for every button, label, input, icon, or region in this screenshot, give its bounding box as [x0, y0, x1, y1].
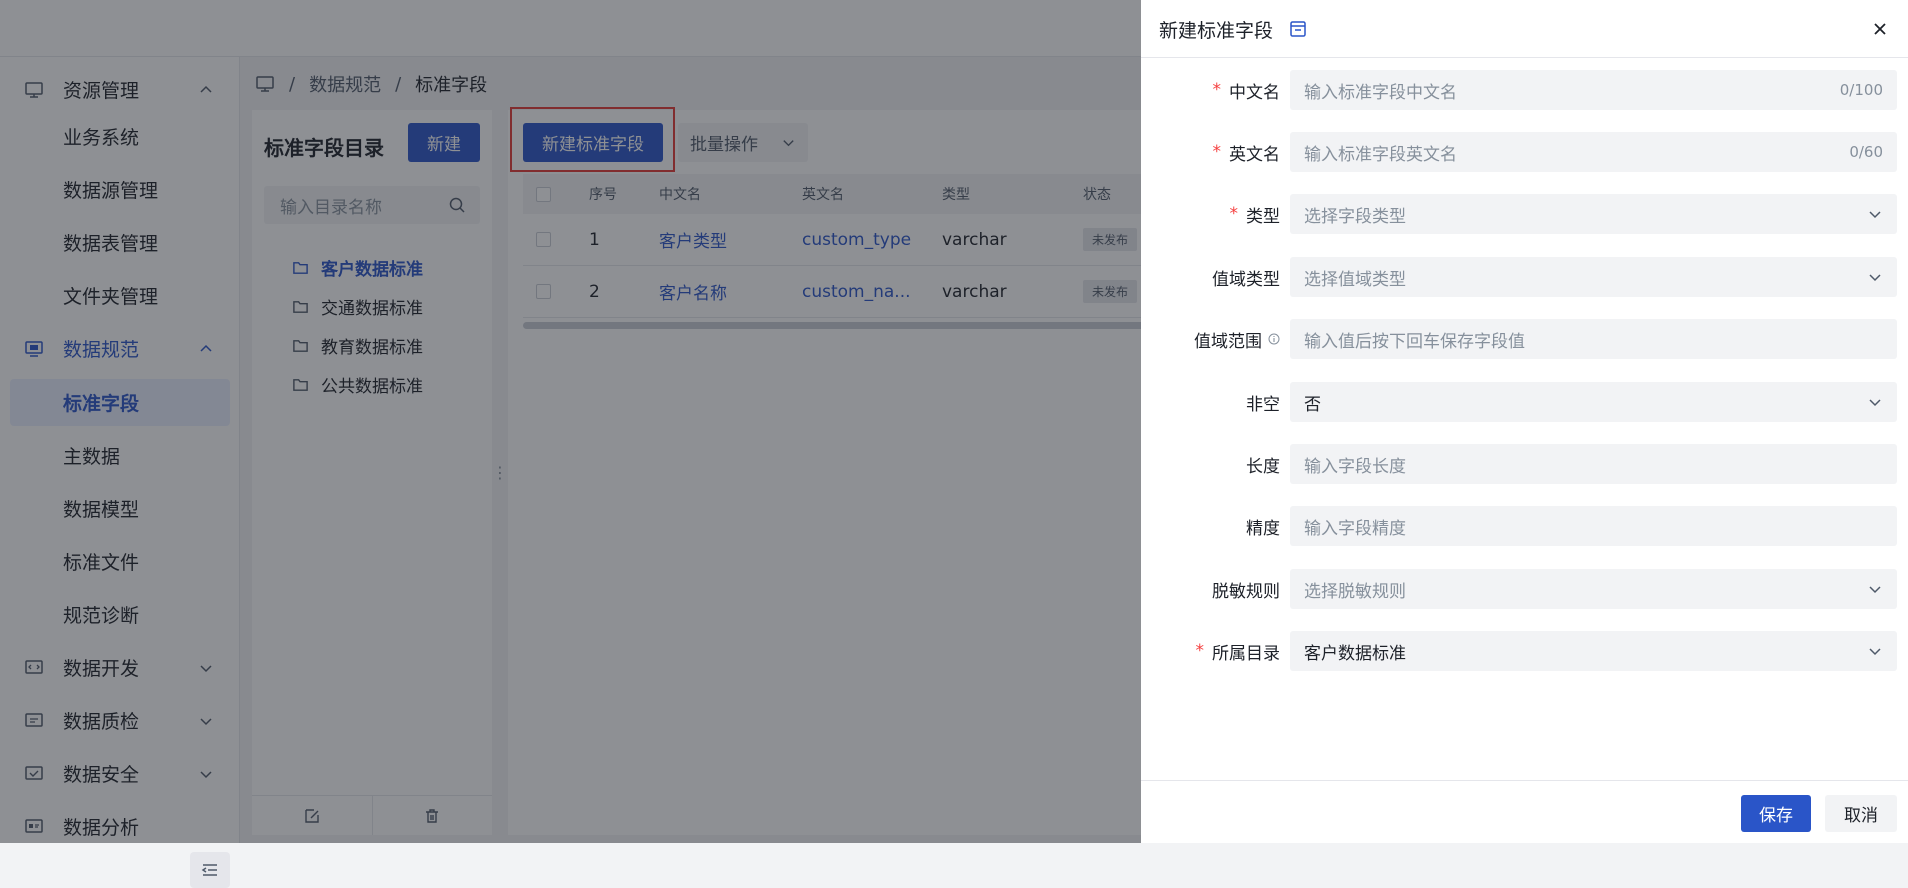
save-button[interactable]: 保存	[1741, 795, 1811, 832]
form-label-text: 脱敏规则	[1212, 581, 1280, 602]
drawer-footer: 保存 取消	[1141, 780, 1908, 843]
not-null-select[interactable]: 否	[1290, 382, 1897, 422]
info-icon[interactable]	[1268, 333, 1280, 345]
chevron-down-icon	[1867, 643, 1883, 659]
form-label-text: 值域类型	[1212, 269, 1280, 290]
form-row-type: * 类型 选择字段类型	[1141, 194, 1908, 234]
collapse-menu-icon	[200, 860, 220, 880]
char-count: 0/100	[1839, 81, 1883, 99]
form-label-text: 中文名	[1229, 82, 1280, 103]
input-placeholder: 输入标准字段中文名	[1304, 82, 1457, 103]
drawer-title: 新建标准字段	[1159, 20, 1274, 42]
required-mark: *	[1212, 80, 1222, 100]
english-name-input[interactable]: 输入标准字段英文名 0/60	[1290, 132, 1897, 172]
char-count: 0/60	[1849, 143, 1883, 161]
value-domain-range-input[interactable]: 输入值后按下回车保存字段值	[1290, 319, 1897, 359]
form-label: 非空	[1246, 382, 1280, 422]
select-placeholder: 选择值域类型	[1304, 269, 1406, 290]
masking-rule-select[interactable]: 选择脱敏规则	[1290, 569, 1897, 609]
input-placeholder: 输入标准字段英文名	[1304, 144, 1457, 165]
select-value: 客户数据标准	[1304, 643, 1406, 664]
form-label: 值域类型	[1212, 257, 1280, 297]
form-label: * 中文名	[1213, 70, 1281, 110]
form-label-text: 非空	[1246, 394, 1280, 415]
required-mark: *	[1212, 142, 1222, 162]
form-row-chinese-name: * 中文名 输入标准字段中文名 0/100	[1141, 70, 1908, 110]
form-label-text: 长度	[1246, 456, 1280, 477]
form-label-text: 精度	[1246, 518, 1280, 539]
type-select[interactable]: 选择字段类型	[1290, 194, 1897, 234]
form-label: 脱敏规则	[1212, 569, 1280, 609]
form-row-masking-rule: 脱敏规则 选择脱敏规则	[1141, 569, 1908, 609]
form-label: 值域范围	[1194, 319, 1280, 359]
select-placeholder: 选择脱敏规则	[1304, 581, 1406, 602]
cancel-button[interactable]: 取消	[1825, 795, 1897, 832]
directory-select[interactable]: 客户数据标准	[1290, 631, 1897, 671]
form-row-length: 长度 输入字段长度	[1141, 444, 1908, 484]
form-row-directory: * 所属目录 客户数据标准	[1141, 631, 1908, 671]
chevron-down-icon	[1867, 581, 1883, 597]
form-label-text: 值域范围	[1194, 331, 1262, 352]
close-icon[interactable]	[1870, 19, 1890, 39]
form-label: * 英文名	[1213, 132, 1281, 172]
chevron-down-icon	[1867, 394, 1883, 410]
chevron-down-icon	[1867, 206, 1883, 222]
input-placeholder: 输入字段长度	[1304, 456, 1406, 477]
required-mark: *	[1195, 641, 1205, 661]
form-row-value-domain-range: 值域范围 输入值后按下回车保存字段值	[1141, 319, 1908, 359]
value-domain-type-select[interactable]: 选择值域类型	[1290, 257, 1897, 297]
document-icon[interactable]	[1288, 19, 1308, 39]
input-placeholder: 输入值后按下回车保存字段值	[1304, 331, 1525, 352]
select-placeholder: 选择字段类型	[1304, 206, 1406, 227]
form-label: * 类型	[1230, 194, 1281, 234]
precision-input[interactable]: 输入字段精度	[1290, 506, 1897, 546]
select-value: 否	[1304, 394, 1321, 415]
length-input[interactable]: 输入字段长度	[1290, 444, 1897, 484]
form-label-text: 所属目录	[1212, 643, 1280, 664]
form-label-text: 英文名	[1229, 144, 1280, 165]
input-placeholder: 输入字段精度	[1304, 518, 1406, 539]
drawer-header: 新建标准字段	[1141, 0, 1908, 58]
form-row-precision: 精度 输入字段精度	[1141, 506, 1908, 546]
chevron-down-icon	[1867, 269, 1883, 285]
form-row-value-domain-type: 值域类型 选择值域类型	[1141, 257, 1908, 297]
required-mark: *	[1229, 204, 1239, 224]
form-label-text: 类型	[1246, 206, 1280, 227]
sidebar-collapse-button[interactable]	[190, 852, 230, 888]
new-standard-field-drawer: 新建标准字段 * 中文名 输入标准字段中文名 0/100 * 英文名 输入标准字段英…	[1141, 0, 1908, 843]
form-row-english-name: * 英文名 输入标准字段英文名 0/60	[1141, 132, 1908, 172]
form-label: 精度	[1246, 506, 1280, 546]
form-label: 长度	[1246, 444, 1280, 484]
form-label: * 所属目录	[1196, 631, 1281, 671]
chinese-name-input[interactable]: 输入标准字段中文名 0/100	[1290, 70, 1897, 110]
form-row-not-null: 非空 否	[1141, 382, 1908, 422]
